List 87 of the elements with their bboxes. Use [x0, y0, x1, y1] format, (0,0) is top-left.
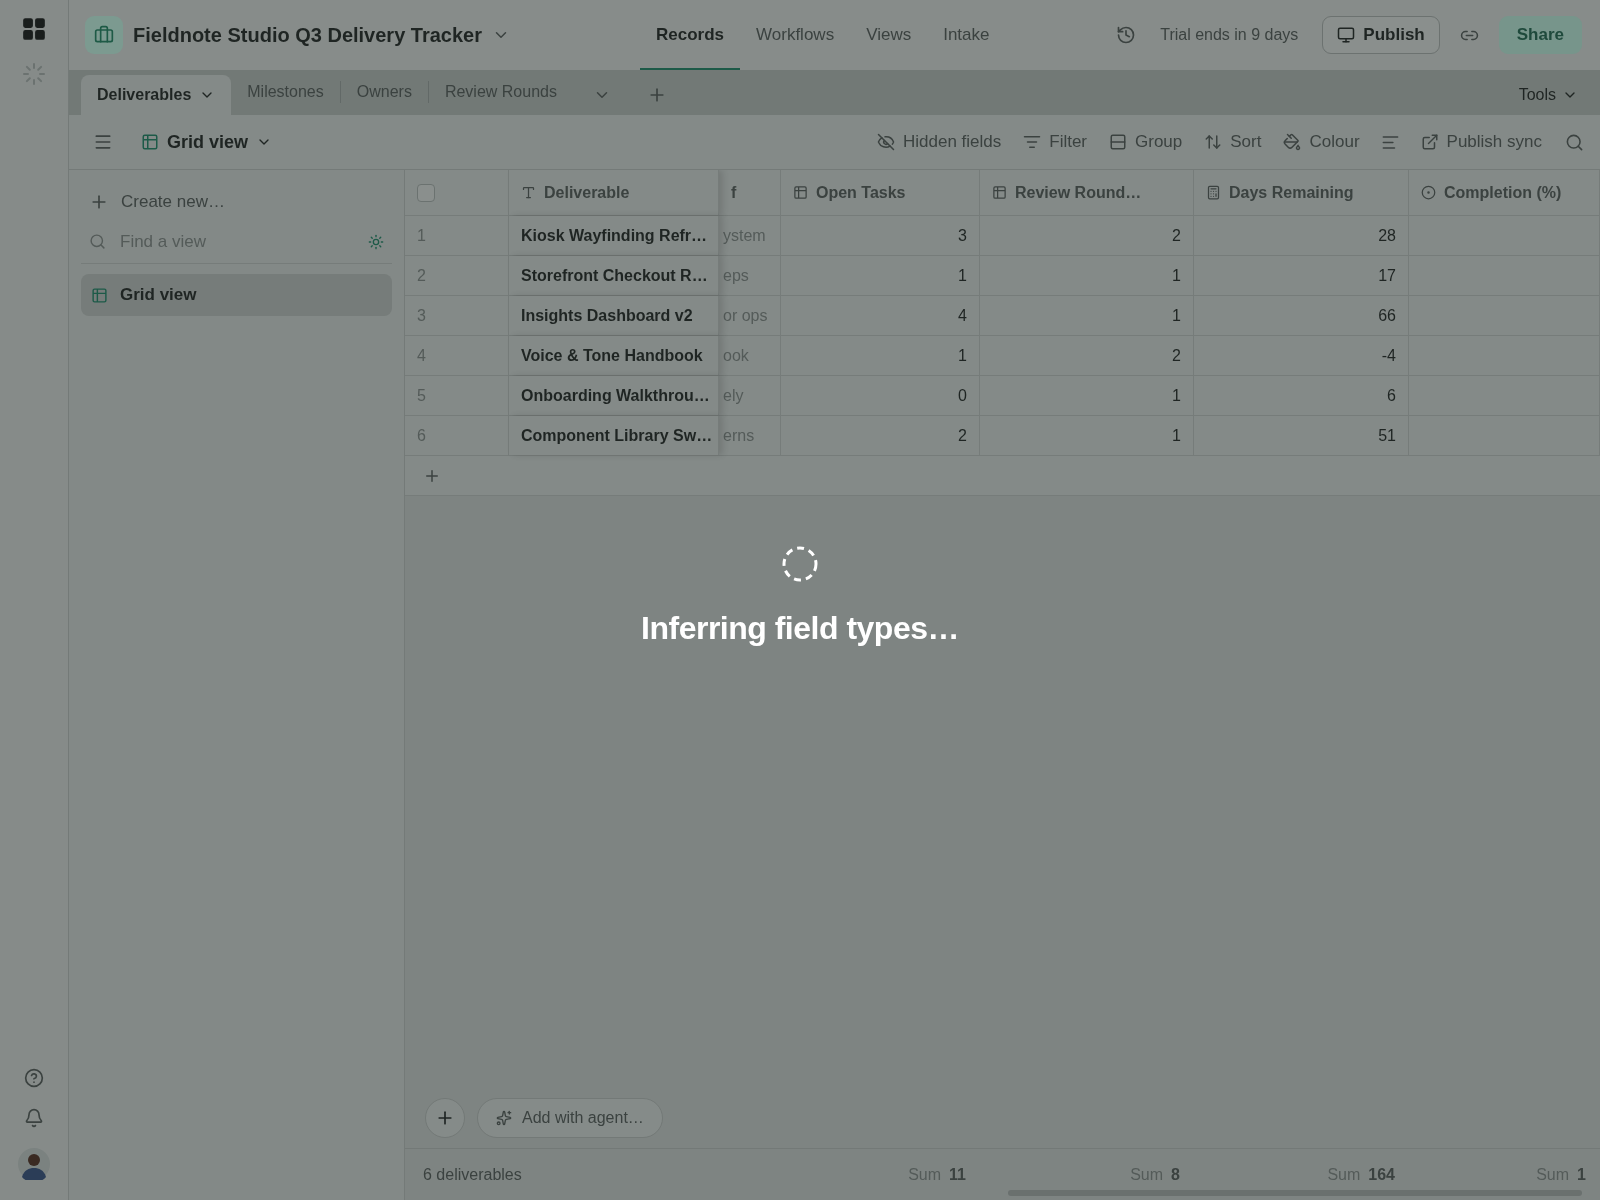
- loading-message: Inferring field types…: [641, 610, 959, 647]
- table-cell: -4: [1194, 336, 1409, 375]
- table-cell: 66: [1194, 296, 1409, 335]
- table-cell: 28: [1194, 216, 1409, 255]
- table-cell: 1: [980, 376, 1194, 415]
- toolbar-button[interactable]: Publish sync: [1411, 128, 1551, 156]
- column-header[interactable]: Open Tasks: [781, 170, 980, 215]
- table-icon: [141, 133, 159, 151]
- toolbar-button[interactable]: Hidden fields: [867, 128, 1011, 156]
- table-cell: 1: [781, 336, 980, 375]
- history-icon[interactable]: [1116, 25, 1137, 45]
- nav-tab[interactable]: Views: [850, 0, 928, 70]
- table-icon: [992, 185, 1007, 200]
- arrows-icon: [1204, 133, 1223, 151]
- toolbar-button[interactable]: Sort: [1195, 128, 1271, 156]
- toolbar-button[interactable]: Colour: [1274, 128, 1369, 156]
- table-cell: Onboarding Walkthrou…: [509, 376, 719, 415]
- formula-icon: [1206, 185, 1221, 200]
- table-cell: Voice & Tone Handbook: [509, 336, 719, 375]
- column-header[interactable]: f: [719, 170, 781, 215]
- table-cell: Kiosk Wayfinding Refr…: [509, 216, 719, 255]
- column-header[interactable]: Review Round…: [980, 170, 1194, 215]
- table-cell: Insights Dashboard v2: [509, 296, 719, 335]
- sum-value: 11: [949, 1165, 966, 1184]
- filter-icon: [1023, 133, 1042, 151]
- column-header[interactable]: Deliverable: [509, 170, 719, 215]
- search-icon: [89, 233, 106, 250]
- table-cell: 3: [781, 216, 980, 255]
- view-item[interactable]: Grid view: [81, 274, 392, 316]
- apps-icon[interactable]: [21, 16, 47, 42]
- help-icon[interactable]: [24, 1068, 44, 1088]
- add-button[interactable]: [425, 1098, 465, 1138]
- avatar[interactable]: [18, 1148, 50, 1180]
- table-cell: 1: [980, 296, 1194, 335]
- table-cell: 0: [781, 376, 980, 415]
- monitor-icon: [1337, 26, 1356, 44]
- view-switcher[interactable]: Grid view: [135, 130, 279, 154]
- table-cell: 6: [1194, 376, 1409, 415]
- column-header[interactable]: Days Remaining: [1194, 170, 1409, 215]
- table-cell: 4: [781, 296, 980, 335]
- table-tab[interactable]: Review Rounds: [428, 72, 573, 112]
- spinner-icon: [780, 544, 820, 584]
- external-link-icon: [1420, 133, 1439, 151]
- base-title[interactable]: Fieldnote Studio Q3 Delivery Tracker: [133, 23, 510, 47]
- table-tab[interactable]: Milestones: [231, 72, 340, 112]
- toolbar-button[interactable]: Filter: [1014, 128, 1097, 156]
- column-header[interactable]: Completion (%): [1409, 170, 1600, 215]
- letter-icon: [521, 185, 536, 200]
- sum-value: 1: [1577, 1165, 1586, 1184]
- menu-icon[interactable]: [93, 132, 113, 152]
- table-cell: Component Library Sw…: [509, 416, 719, 455]
- bell-icon[interactable]: [24, 1108, 44, 1128]
- table-cell: 17: [1194, 256, 1409, 295]
- add-with-agent-button[interactable]: Add with agent…: [477, 1098, 663, 1138]
- target-icon: [1421, 185, 1436, 200]
- nav-tab[interactable]: Intake: [927, 0, 1006, 70]
- table-cell: Storefront Checkout R…: [509, 256, 719, 295]
- table-cell: 2: [781, 416, 980, 455]
- sun-icon: [368, 233, 384, 250]
- sum-value: 164: [1368, 1165, 1395, 1184]
- table-cell: 1: [980, 416, 1194, 455]
- publish-button[interactable]: Publish: [1322, 16, 1440, 54]
- table-cell: 2: [980, 216, 1194, 255]
- table-tab[interactable]: Owners: [340, 72, 428, 112]
- record-count: 6 deliverables: [422, 1165, 523, 1184]
- trial-notice: Trial ends in 9 days: [1160, 26, 1299, 44]
- select-all-checkbox[interactable]: [417, 183, 435, 202]
- loading-icon: [22, 62, 46, 86]
- create-new-button[interactable]: Create new…: [81, 184, 392, 220]
- toolbar-button[interactable]: Group: [1100, 128, 1192, 156]
- table-cell: 1: [980, 256, 1194, 295]
- eye-off-icon: [876, 133, 895, 151]
- sparkles-icon: [496, 1110, 512, 1126]
- nav-tab[interactable]: Workflows: [740, 0, 851, 70]
- table-icon: [793, 185, 808, 200]
- paint-bucket-icon: [1283, 133, 1302, 151]
- briefcase-icon: [85, 16, 123, 54]
- table-cell: 51: [1194, 416, 1409, 455]
- table-tab[interactable]: Deliverables: [81, 75, 232, 115]
- table-cell: 1: [781, 256, 980, 295]
- share-button[interactable]: Share: [1498, 16, 1582, 54]
- stack-icon: [1109, 133, 1128, 151]
- sum-value: 8: [1171, 1165, 1180, 1184]
- table-cell: 2: [980, 336, 1194, 375]
- tools-menu[interactable]: Tools: [1512, 75, 1584, 115]
- table-icon: [91, 286, 108, 304]
- search-icon[interactable]: [1565, 132, 1584, 152]
